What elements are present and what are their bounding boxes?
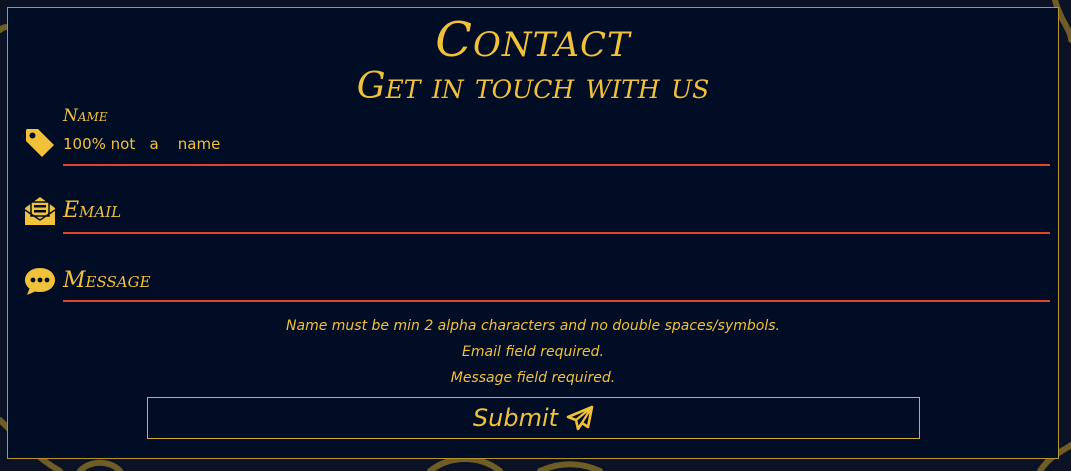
page-subtitle: Get in touch with us <box>356 66 710 107</box>
name-input[interactable] <box>63 134 1050 154</box>
message-field-group: Message <box>23 262 1050 304</box>
email-field-group: Email <box>23 194 1050 236</box>
error-messages: Name must be min 2 alpha characters and … <box>8 313 1058 391</box>
message-input[interactable] <box>163 266 1050 296</box>
name-field-group: Name <box>23 106 1050 168</box>
contact-panel: Contact Get in touch with us Name Email <box>7 7 1059 459</box>
email-label: Email <box>63 198 122 223</box>
page-title: Contact <box>435 12 631 68</box>
name-underline <box>63 164 1050 166</box>
message-underline <box>63 300 1050 302</box>
message-label: Message <box>63 268 151 293</box>
email-underline <box>63 232 1050 234</box>
submit-label: Submit <box>472 404 559 432</box>
email-input[interactable] <box>133 198 1050 228</box>
comment-dots-icon <box>25 268 55 295</box>
email-error: Email field required. <box>462 344 604 360</box>
message-error: Message field required. <box>450 370 616 386</box>
submit-button[interactable]: Submit <box>147 397 920 439</box>
paper-plane-icon <box>566 405 594 431</box>
tag-icon <box>26 129 54 157</box>
name-error: Name must be min 2 alpha characters and … <box>286 318 780 334</box>
name-label: Name <box>63 106 108 126</box>
envelope-open-icon <box>24 197 56 225</box>
